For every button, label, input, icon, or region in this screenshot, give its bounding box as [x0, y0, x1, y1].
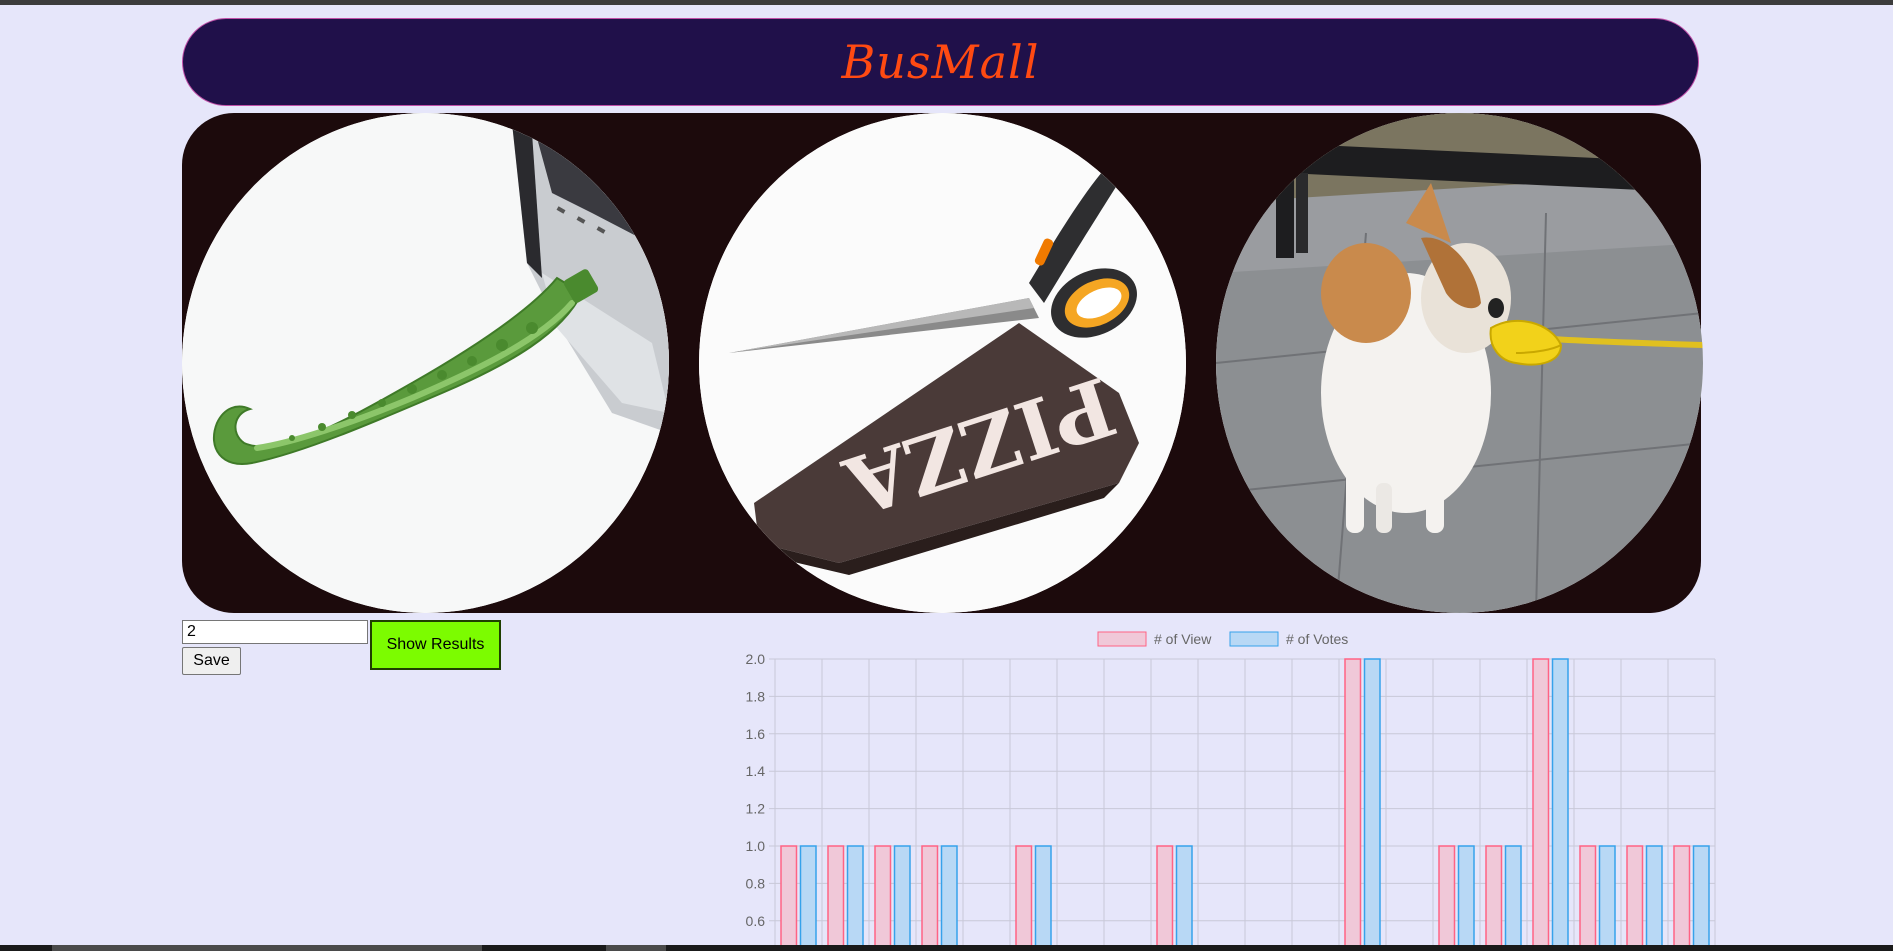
bar-votes: [940, 845, 958, 946]
y-tick-label: 2.0: [746, 651, 766, 667]
product-image-pizza-scissors[interactable]: PIZZA: [699, 113, 1186, 613]
product-gallery: PIZZA: [182, 113, 1703, 613]
pizza-scissors-picture: PIZZA: [699, 113, 1186, 613]
header-banner: BusMall: [182, 18, 1699, 106]
y-tick-label: 1.4: [746, 763, 766, 779]
bar-votes: [1645, 845, 1663, 946]
browser-top-edge: [0, 0, 1893, 5]
show-results-button[interactable]: Show Results: [370, 620, 501, 670]
bar-views: [1673, 845, 1691, 946]
product-image-dog-duck-muzzle[interactable]: [1216, 113, 1703, 613]
bar-votes: [1457, 845, 1475, 946]
y-tick-label: 1.8: [746, 688, 766, 704]
bar-views: [1485, 845, 1503, 946]
bar-views: [1532, 658, 1550, 946]
results-chart: # of View # of Votes 2.0 1.8 1.6 1.4 1.2 1.0 0.8…: [720, 624, 1720, 946]
bar-views: [1438, 845, 1456, 946]
bar-views: [1626, 845, 1644, 946]
bar-views: [1156, 845, 1174, 946]
taskbar-strip: [0, 945, 1893, 951]
bar-votes: [846, 845, 864, 946]
bar-views: [1015, 845, 1033, 946]
usb-tentacle-picture: [182, 113, 669, 613]
legend-label-0: # of View: [1154, 631, 1212, 647]
product-image-usb-tentacle[interactable]: [182, 113, 669, 613]
bar-votes: [1504, 845, 1522, 946]
bar-votes: [1692, 845, 1710, 946]
legend-swatch-0: [1097, 631, 1147, 647]
y-tick-label: 1.0: [746, 838, 766, 854]
bar-votes: [1363, 658, 1381, 946]
y-tick-label: 0.6: [746, 913, 766, 929]
y-tick-label: 1.2: [746, 801, 766, 817]
taskbar-segment: [606, 945, 666, 951]
bar-votes: [1034, 845, 1052, 946]
bar-votes: [893, 845, 911, 946]
rounds-input[interactable]: [182, 620, 368, 644]
bar-votes: [1551, 658, 1569, 946]
bar-views: [1579, 845, 1597, 946]
bar-views: [827, 845, 845, 946]
bar-votes: [799, 845, 817, 946]
bar-views: [780, 845, 798, 946]
bar-votes: [1598, 845, 1616, 946]
legend-swatch-1: [1229, 631, 1279, 647]
bar-views: [1344, 658, 1362, 946]
y-tick-label: 1.6: [746, 726, 766, 742]
bar-views: [874, 845, 892, 946]
results-chart-svg: # of View # of Votes 2.0 1.8 1.6 1.4 1.2 1.0 0.8…: [746, 631, 1716, 946]
dog-duck-muzzle-picture: [1216, 113, 1703, 613]
y-tick-label: 0.8: [746, 875, 766, 891]
save-button[interactable]: Save: [182, 647, 241, 675]
taskbar-segment: [52, 945, 482, 951]
page-title: BusMall: [841, 35, 1040, 89]
bar-views: [921, 845, 939, 946]
bar-votes: [1175, 845, 1193, 946]
legend-label-1: # of Votes: [1286, 631, 1348, 647]
